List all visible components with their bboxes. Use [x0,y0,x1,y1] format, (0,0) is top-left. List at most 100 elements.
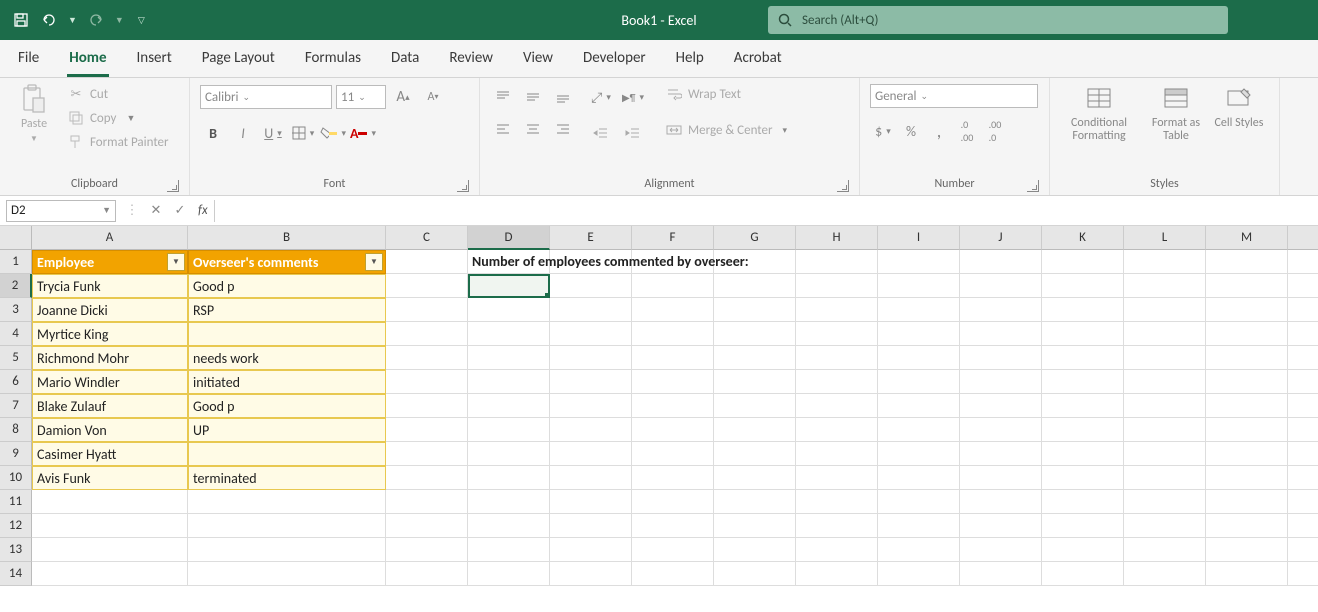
cell-D3[interactable] [468,298,550,322]
cell-L11[interactable] [1124,490,1206,514]
cell-N11[interactable] [1288,490,1318,514]
cell-B2[interactable]: Good p [188,274,386,298]
cell-H13[interactable] [796,538,878,562]
cell-B11[interactable] [188,490,386,514]
cell-C13[interactable] [386,538,468,562]
cell-G9[interactable] [714,442,796,466]
row-header-13[interactable]: 13 [0,538,32,562]
bold-button[interactable]: B [200,120,226,146]
format-painter-button[interactable]: Format Painter [64,132,173,152]
cell-F6[interactable] [632,370,714,394]
orientation-button[interactable]: ⤢▾ [588,84,614,110]
cell-C14[interactable] [386,562,468,586]
undo-icon[interactable] [40,11,58,29]
cell-M4[interactable] [1206,322,1288,346]
cell-M5[interactable] [1206,346,1288,370]
enter-formula-icon[interactable]: ✓ [168,203,192,218]
cell-J2[interactable] [960,274,1042,298]
cell-D8[interactable] [468,418,550,442]
row-header-8[interactable]: 8 [0,418,32,442]
cell-M10[interactable] [1206,466,1288,490]
cut-button[interactable]: ✂Cut [64,84,173,104]
cell-J4[interactable] [960,322,1042,346]
row-header-9[interactable]: 9 [0,442,32,466]
undo-dropdown-icon[interactable]: ▼ [68,15,77,26]
cell-F9[interactable] [632,442,714,466]
cell-K12[interactable] [1042,514,1124,538]
number-format-combo[interactable]: General⌄ [870,84,1038,108]
row-header-2[interactable]: 2 [0,274,32,298]
cell-C5[interactable] [386,346,468,370]
cell-K14[interactable] [1042,562,1124,586]
ltr-button[interactable]: ▶¶▾ [620,84,646,110]
wrap-text-button[interactable]: Wrap Text [662,84,791,104]
cell-C7[interactable] [386,394,468,418]
cell-G14[interactable] [714,562,796,586]
row-header-11[interactable]: 11 [0,490,32,514]
cell-E6[interactable] [550,370,632,394]
cell-H6[interactable] [796,370,878,394]
cell-E9[interactable] [550,442,632,466]
cell-N14[interactable] [1288,562,1318,586]
cell-M2[interactable] [1206,274,1288,298]
cell-L5[interactable] [1124,346,1206,370]
cell-I2[interactable] [878,274,960,298]
cell-styles-button[interactable]: Cell Styles [1214,84,1264,130]
cell-G4[interactable] [714,322,796,346]
cell-D12[interactable] [468,514,550,538]
decrease-decimal-icon[interactable]: .00.0 [982,118,1008,144]
decrease-font-icon[interactable]: A▾ [420,84,446,110]
cell-D13[interactable] [468,538,550,562]
cell-M6[interactable] [1206,370,1288,394]
cell-D11[interactable] [468,490,550,514]
cell-B9[interactable] [188,442,386,466]
cell-G13[interactable] [714,538,796,562]
cell-L10[interactable] [1124,466,1206,490]
filter-button-employee[interactable]: ▼ [167,253,185,271]
cell-J12[interactable] [960,514,1042,538]
cell-L1[interactable] [1124,250,1206,274]
cell-B1[interactable]: Overseer's comments▼ [188,250,386,274]
col-header-K[interactable]: K [1042,226,1124,250]
cell-I12[interactable] [878,514,960,538]
cell-F3[interactable] [632,298,714,322]
cell-K13[interactable] [1042,538,1124,562]
tab-home[interactable]: Home [67,41,108,77]
cell-I5[interactable] [878,346,960,370]
cell-M12[interactable] [1206,514,1288,538]
cell-B6[interactable]: initiated [188,370,386,394]
tab-view[interactable]: View [521,41,555,77]
align-left-icon[interactable] [490,116,516,142]
cell-K7[interactable] [1042,394,1124,418]
col-header-I[interactable]: I [878,226,960,250]
col-header-N[interactable]: N [1288,226,1318,250]
col-header-A[interactable]: A [32,226,188,250]
cell-N7[interactable] [1288,394,1318,418]
cell-J3[interactable] [960,298,1042,322]
cell-E12[interactable] [550,514,632,538]
cell-G3[interactable] [714,298,796,322]
cell-I8[interactable] [878,418,960,442]
row-header-14[interactable]: 14 [0,562,32,586]
col-header-J[interactable]: J [960,226,1042,250]
cell-K10[interactable] [1042,466,1124,490]
cell-B12[interactable] [188,514,386,538]
cell-K11[interactable] [1042,490,1124,514]
cell-D2[interactable] [468,274,550,298]
cell-L13[interactable] [1124,538,1206,562]
col-header-E[interactable]: E [550,226,632,250]
cell-A3[interactable]: Joanne Dicki [32,298,188,322]
cell-D4[interactable] [468,322,550,346]
decrease-indent-icon[interactable] [588,120,614,146]
cell-B8[interactable]: UP [188,418,386,442]
cell-K5[interactable] [1042,346,1124,370]
cell-D7[interactable] [468,394,550,418]
cell-C12[interactable] [386,514,468,538]
cell-F14[interactable] [632,562,714,586]
cell-A11[interactable] [32,490,188,514]
tab-file[interactable]: File [16,41,41,77]
cell-N3[interactable] [1288,298,1318,322]
cell-F13[interactable] [632,538,714,562]
cell-L2[interactable] [1124,274,1206,298]
comma-format-icon[interactable]: , [926,118,952,144]
